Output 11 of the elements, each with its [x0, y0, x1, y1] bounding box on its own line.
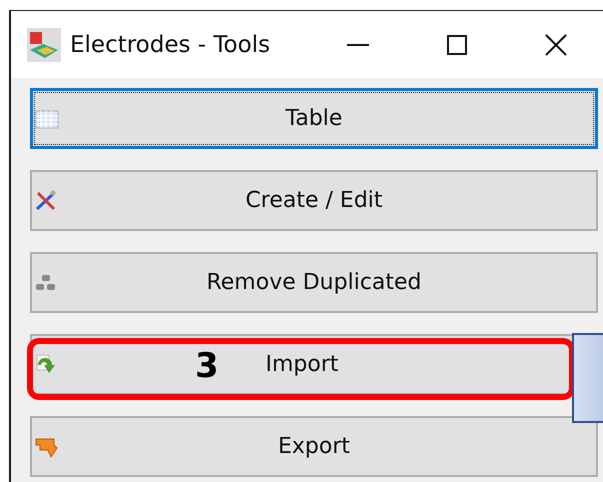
tools-icon: [34, 188, 58, 212]
app-icon: [27, 28, 61, 62]
maximize-icon: [446, 34, 466, 54]
tool-button[interactable]: Create / Edit: [30, 170, 598, 231]
tool-button[interactable]: Table: [30, 88, 598, 149]
tool-button[interactable]: Export: [30, 416, 598, 477]
minimize-icon: [346, 44, 368, 46]
tool-button[interactable]: Remove Duplicated: [30, 252, 598, 313]
close-icon: [544, 34, 566, 56]
window-title: Electrodes - Tools: [70, 32, 270, 58]
step-number: 3: [195, 346, 219, 386]
